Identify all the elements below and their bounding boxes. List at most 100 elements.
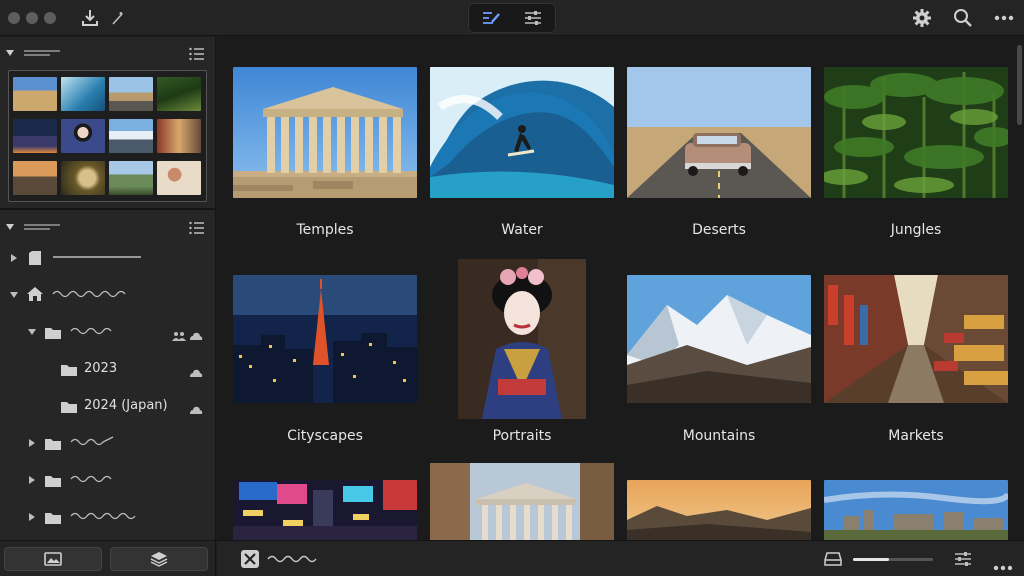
thumbnail-wave[interactable]	[61, 77, 105, 111]
label-placeholder	[70, 475, 112, 483]
adjust-mode-button[interactable]	[513, 6, 553, 30]
album-card-water[interactable]: Water	[430, 67, 614, 247]
thumbnail-valley[interactable]	[109, 161, 153, 195]
close-box-icon[interactable]	[241, 550, 259, 568]
album-card-markets[interactable]: Markets	[824, 259, 1008, 449]
album-thumbnail[interactable]	[430, 67, 614, 198]
chevron-right-icon[interactable]	[27, 512, 37, 522]
label-placeholder	[70, 327, 112, 335]
cloud-icon	[189, 326, 203, 345]
more-icon[interactable]	[992, 6, 1016, 30]
thumbnail-portrait[interactable]	[61, 119, 105, 153]
window-minimize-button[interactable]	[26, 12, 38, 24]
album-thumbnail[interactable]	[627, 67, 811, 198]
thumbnail-city-night[interactable]	[13, 119, 57, 153]
sliders-icon	[525, 11, 541, 25]
layers-icon	[150, 552, 168, 567]
album-thumbnail[interactable]	[824, 67, 1008, 198]
folder-icon	[44, 436, 62, 450]
album-card-sunset[interactable]	[627, 480, 811, 540]
album-thumbnail[interactable]	[430, 463, 614, 540]
album-title: Mountains	[682, 428, 756, 444]
chevron-down-icon[interactable]	[9, 290, 19, 300]
storage-drive-icon[interactable]	[824, 551, 842, 570]
list-view-icon[interactable]	[189, 46, 205, 65]
recents-header[interactable]	[0, 39, 216, 67]
album-title: Cityscapes	[287, 428, 363, 444]
album-thumbnail[interactable]	[824, 275, 1008, 403]
tree-item-2024-japan[interactable]: 2024 (Japan)	[0, 388, 216, 424]
chevron-down-icon[interactable]	[5, 222, 15, 232]
window-close-button[interactable]	[8, 12, 20, 24]
album-card-architecture[interactable]	[430, 463, 614, 540]
layers-view-button[interactable]	[110, 547, 208, 571]
magic-icon[interactable]	[106, 6, 130, 30]
album-card-portraits[interactable]: Portraits	[430, 259, 614, 449]
album-thumbnail[interactable]	[824, 480, 1008, 540]
album-title: Temples	[296, 222, 354, 238]
tree-item-home[interactable]	[0, 277, 216, 313]
cloud-icon	[189, 400, 203, 419]
more-icon[interactable]	[993, 556, 1013, 575]
album-thumbnail[interactable]	[233, 480, 417, 540]
pencil-lines-icon	[483, 12, 500, 24]
tree-item-folder-b[interactable]	[0, 462, 216, 498]
top-toolbar	[0, 0, 1024, 36]
thumbnail-mountain[interactable]	[109, 119, 153, 153]
folder-icon	[44, 473, 62, 487]
folder-icon	[44, 325, 62, 339]
search-icon[interactable]	[951, 6, 975, 30]
gear-icon[interactable]	[910, 6, 934, 30]
album-thumbnail[interactable]	[233, 67, 417, 198]
chevron-right-icon[interactable]	[27, 438, 37, 448]
chevron-down-icon[interactable]	[27, 327, 37, 337]
folder-icon	[44, 510, 62, 524]
sidebar-divider	[0, 208, 216, 210]
album-card-cityscapes[interactable]: Cityscapes	[233, 259, 417, 449]
thumbnail-temple[interactable]	[13, 77, 57, 111]
album-card-jungles[interactable]: Jungles	[824, 67, 1008, 247]
chevron-right-icon[interactable]	[9, 253, 19, 263]
album-thumbnail[interactable]	[458, 259, 586, 419]
zoom-slider[interactable]	[853, 558, 933, 561]
thumbnail-yellow[interactable]	[61, 161, 105, 195]
album-title: Jungles	[890, 222, 942, 238]
folder-icon	[60, 362, 78, 376]
window-maximize-button[interactable]	[44, 12, 56, 24]
chevron-right-icon[interactable]	[27, 475, 37, 485]
sliders-icon[interactable]	[953, 550, 973, 572]
label-placeholder	[70, 436, 114, 446]
thumbnail-person[interactable]	[157, 161, 201, 195]
sidebar-footer	[0, 540, 216, 576]
album-card-city-lights[interactable]	[233, 480, 417, 540]
album-thumbnail[interactable]	[627, 480, 811, 540]
thumbnail-jungle[interactable]	[157, 77, 201, 111]
tree-item-device[interactable]	[0, 240, 216, 276]
album-card-deserts[interactable]: Deserts	[627, 67, 811, 247]
album-title: Water	[501, 222, 543, 238]
grid-scrollbar[interactable]	[1017, 45, 1022, 125]
import-icon[interactable]	[78, 6, 102, 30]
thumbnail-sunset[interactable]	[13, 161, 57, 195]
thumbnail-market[interactable]	[157, 119, 201, 153]
album-card-mountains[interactable]: Mountains	[627, 259, 811, 449]
album-title: Deserts	[692, 222, 746, 238]
list-view-icon[interactable]	[189, 220, 205, 239]
tree-item-folder-open[interactable]	[0, 314, 216, 350]
thumbnail-road[interactable]	[109, 77, 153, 111]
albums-header[interactable]	[0, 213, 216, 241]
album-card-temples[interactable]: Temples	[233, 67, 417, 247]
label-placeholder	[52, 290, 126, 298]
chevron-down-icon[interactable]	[5, 48, 15, 58]
album-thumbnail[interactable]	[627, 275, 811, 403]
folder-icon	[60, 399, 78, 413]
bottom-toolbar	[217, 540, 1024, 576]
edit-mode-button[interactable]	[471, 6, 511, 30]
album-thumbnail[interactable]	[233, 275, 417, 403]
tree-item-2023[interactable]: 2023	[0, 351, 216, 387]
photos-view-button[interactable]	[4, 547, 102, 571]
tree-item-folder-a[interactable]	[0, 425, 216, 461]
tree-item-folder-c[interactable]	[0, 499, 216, 535]
section-title-placeholder	[24, 224, 60, 230]
album-card-ruins[interactable]	[824, 480, 1008, 540]
